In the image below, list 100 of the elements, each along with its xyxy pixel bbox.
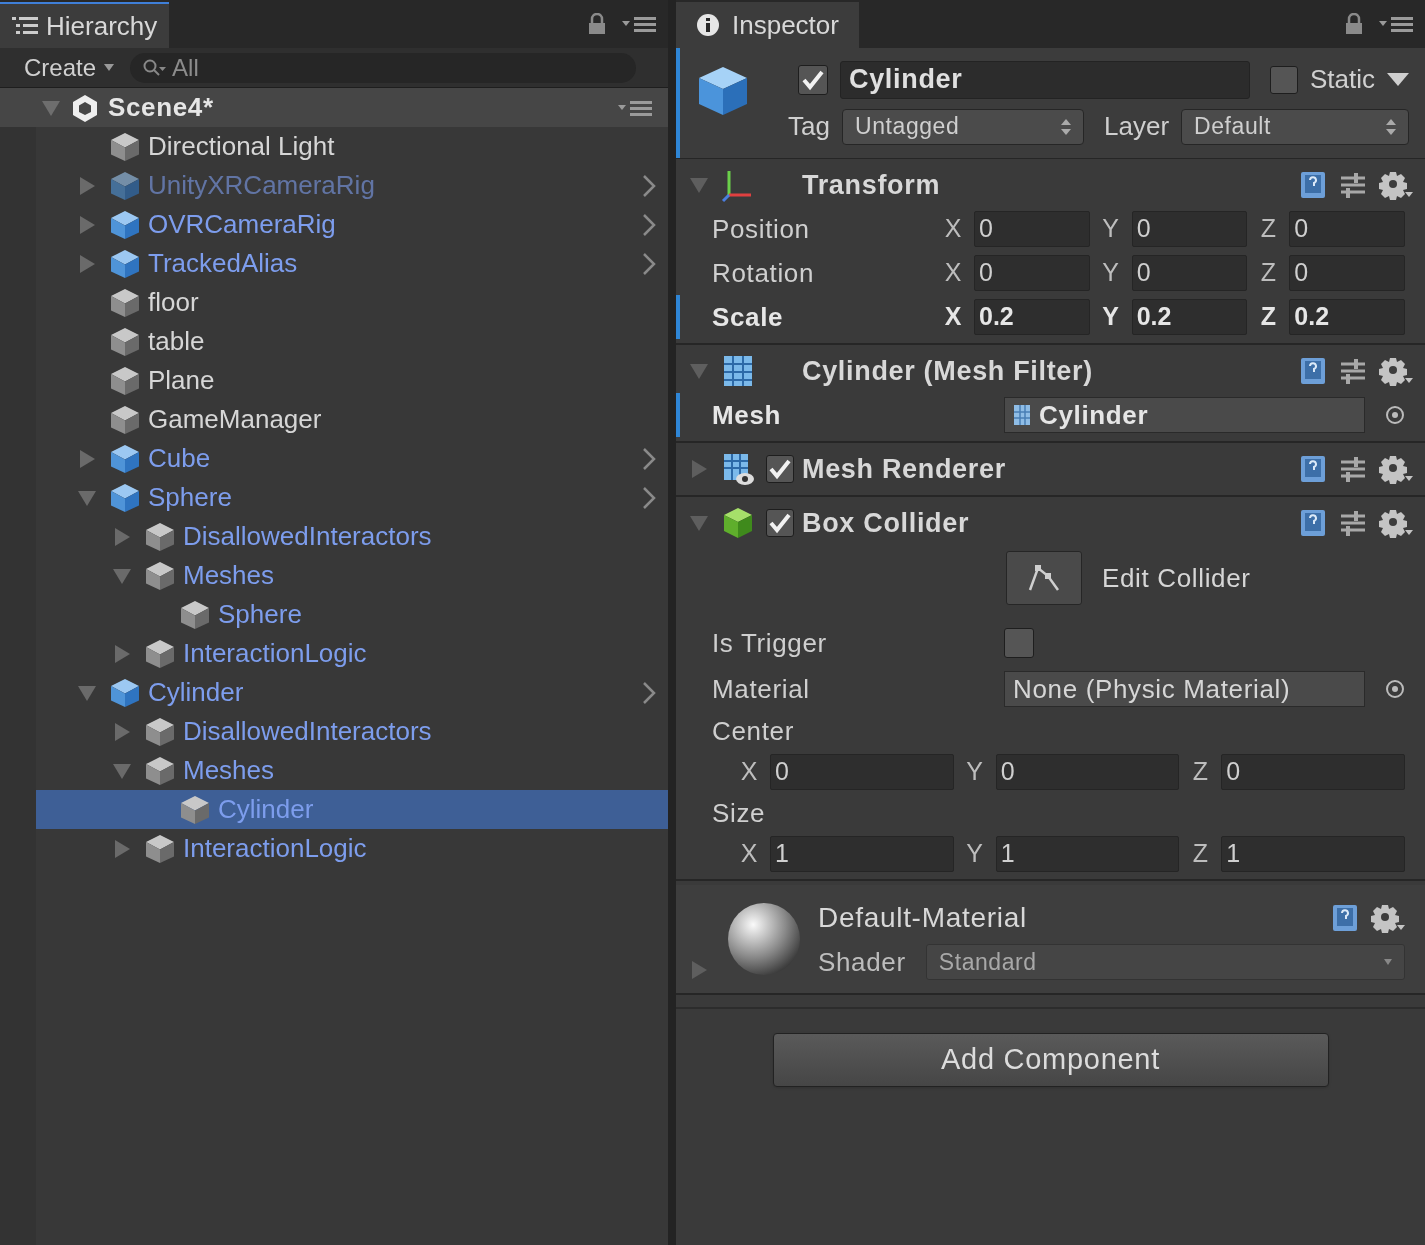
checkbox[interactable]	[1269, 65, 1298, 94]
tree-item[interactable]: Cylinder	[36, 673, 668, 712]
tree-item[interactable]: Cube	[36, 439, 668, 478]
sliders-icon[interactable]	[1339, 357, 1367, 385]
component-title[interactable]: Box Collider	[802, 502, 970, 544]
help-book-icon[interactable]	[1299, 170, 1327, 200]
menu-icon[interactable]	[622, 15, 656, 33]
number-field[interactable]: 0	[1131, 211, 1248, 247]
cube-icon	[145, 716, 175, 747]
edit-collider-button[interactable]	[1006, 551, 1082, 605]
tree-item[interactable]: InteractionLogic	[36, 829, 668, 868]
chevron-right-icon[interactable]	[642, 173, 656, 198]
number-field[interactable]: 0	[974, 255, 1090, 291]
settings-icon[interactable]	[1379, 454, 1413, 484]
checkbox[interactable]	[1004, 628, 1034, 658]
checkbox[interactable]	[766, 509, 794, 537]
shader-dropdown[interactable]: Standard	[925, 944, 1405, 980]
lock-icon[interactable]	[1345, 13, 1363, 35]
number-field[interactable]: 0	[1221, 754, 1405, 790]
help-book-icon[interactable]	[1331, 902, 1359, 933]
axis-label: X	[943, 257, 963, 289]
chevron-right-icon[interactable]	[642, 485, 656, 510]
create-button[interactable]: Create	[24, 49, 115, 86]
settings-icon[interactable]	[1379, 356, 1413, 386]
component-title[interactable]: Mesh Renderer	[802, 448, 1006, 490]
number-field[interactable]: 0	[1131, 255, 1248, 291]
scene-name[interactable]: Scene4*	[108, 88, 214, 127]
component-title[interactable]: Cylinder (Mesh Filter)	[802, 350, 1093, 392]
help-book-icon[interactable]	[1299, 508, 1327, 538]
add-component-button[interactable]: Add Component	[772, 1033, 1329, 1087]
object-field[interactable]: None (Physic Material)	[1004, 671, 1365, 707]
tree-item[interactable]: floor	[36, 283, 668, 322]
target-icon[interactable]	[1385, 405, 1405, 425]
property-label: Material	[712, 672, 811, 706]
dropdown-arrow-icon[interactable]	[1387, 72, 1409, 87]
tree-item[interactable]: GameManager	[36, 400, 668, 439]
tag-dropdown[interactable]: Untagged	[842, 108, 1084, 145]
axis-label: Z	[1259, 213, 1277, 245]
cube-icon	[696, 64, 750, 118]
settings-icon[interactable]	[1371, 902, 1405, 933]
name-field[interactable]: Cylinder	[840, 60, 1250, 99]
number-field[interactable]: 0	[1289, 255, 1405, 291]
number-field[interactable]: 0	[770, 754, 954, 790]
cube-icon	[145, 833, 175, 864]
material-name: Default-Material	[818, 900, 1027, 935]
property-label: Is Trigger	[712, 626, 828, 660]
tree-item[interactable]: Meshes	[36, 751, 668, 790]
cube-icon	[110, 248, 140, 279]
axis-label: Y	[1101, 301, 1120, 333]
menu-icon[interactable]	[618, 98, 652, 117]
cube-icon	[110, 131, 140, 162]
tree-item[interactable]: Directional Light	[36, 127, 668, 166]
tree-item[interactable]: DisallowedInteractors	[36, 517, 668, 556]
tree-item[interactable]: OVRCameraRig	[36, 205, 668, 244]
tree-item[interactable]: Meshes	[36, 556, 668, 595]
tree-item[interactable]: Sphere	[36, 595, 668, 634]
tree-item[interactable]: Plane	[36, 361, 668, 400]
tree-item[interactable]: InteractionLogic	[36, 634, 668, 673]
tree-item[interactable]: Sphere	[36, 478, 668, 517]
sliders-icon[interactable]	[1339, 455, 1367, 483]
cube-icon	[145, 755, 175, 786]
checkbox[interactable]	[798, 64, 828, 95]
settings-icon[interactable]	[1379, 170, 1413, 200]
number-field[interactable]: 0.2	[1289, 299, 1405, 335]
help-book-icon[interactable]	[1299, 356, 1327, 386]
target-icon[interactable]	[1385, 679, 1405, 699]
number-field[interactable]: 0	[974, 211, 1090, 247]
number-field[interactable]: 0.2	[974, 299, 1090, 335]
tree-item[interactable]: table	[36, 322, 668, 361]
chevron-right-icon[interactable]	[642, 251, 656, 276]
layer-dropdown[interactable]: Default	[1181, 108, 1409, 145]
number-field[interactable]: 0	[995, 754, 1180, 790]
static-label: Static	[1309, 63, 1375, 96]
number-field[interactable]: 0	[1289, 211, 1405, 247]
lock-icon[interactable]	[588, 13, 606, 35]
cube-icon	[110, 482, 140, 513]
inspector-tab[interactable]: Inspector	[676, 2, 859, 48]
component-title[interactable]: Transform	[802, 164, 941, 206]
number-field[interactable]: 1	[770, 836, 954, 872]
menu-icon[interactable]	[1379, 15, 1413, 33]
cube-icon	[110, 209, 140, 240]
tree-item[interactable]: TrackedAlias	[36, 244, 668, 283]
number-field[interactable]: 0.2	[1131, 299, 1248, 335]
cube-icon	[110, 404, 140, 435]
polygon-edit-icon	[1027, 563, 1061, 593]
hierarchy-tab[interactable]: Hierarchy	[0, 2, 170, 48]
number-field[interactable]: 1	[1221, 836, 1405, 872]
chevron-right-icon[interactable]	[642, 680, 656, 705]
settings-icon[interactable]	[1379, 508, 1413, 538]
checkbox[interactable]	[766, 455, 794, 483]
help-book-icon[interactable]	[1299, 454, 1327, 484]
chevron-right-icon[interactable]	[642, 446, 656, 471]
search-field[interactable]: All	[130, 52, 636, 83]
chevron-right-icon[interactable]	[642, 212, 656, 237]
axis-label: Y	[965, 756, 984, 788]
tree-item[interactable]: DisallowedInteractors	[36, 712, 668, 751]
number-field[interactable]: 1	[995, 836, 1180, 872]
object-field[interactable]: Cylinder	[1004, 397, 1365, 433]
sliders-icon[interactable]	[1339, 509, 1367, 537]
sliders-icon[interactable]	[1339, 171, 1367, 199]
